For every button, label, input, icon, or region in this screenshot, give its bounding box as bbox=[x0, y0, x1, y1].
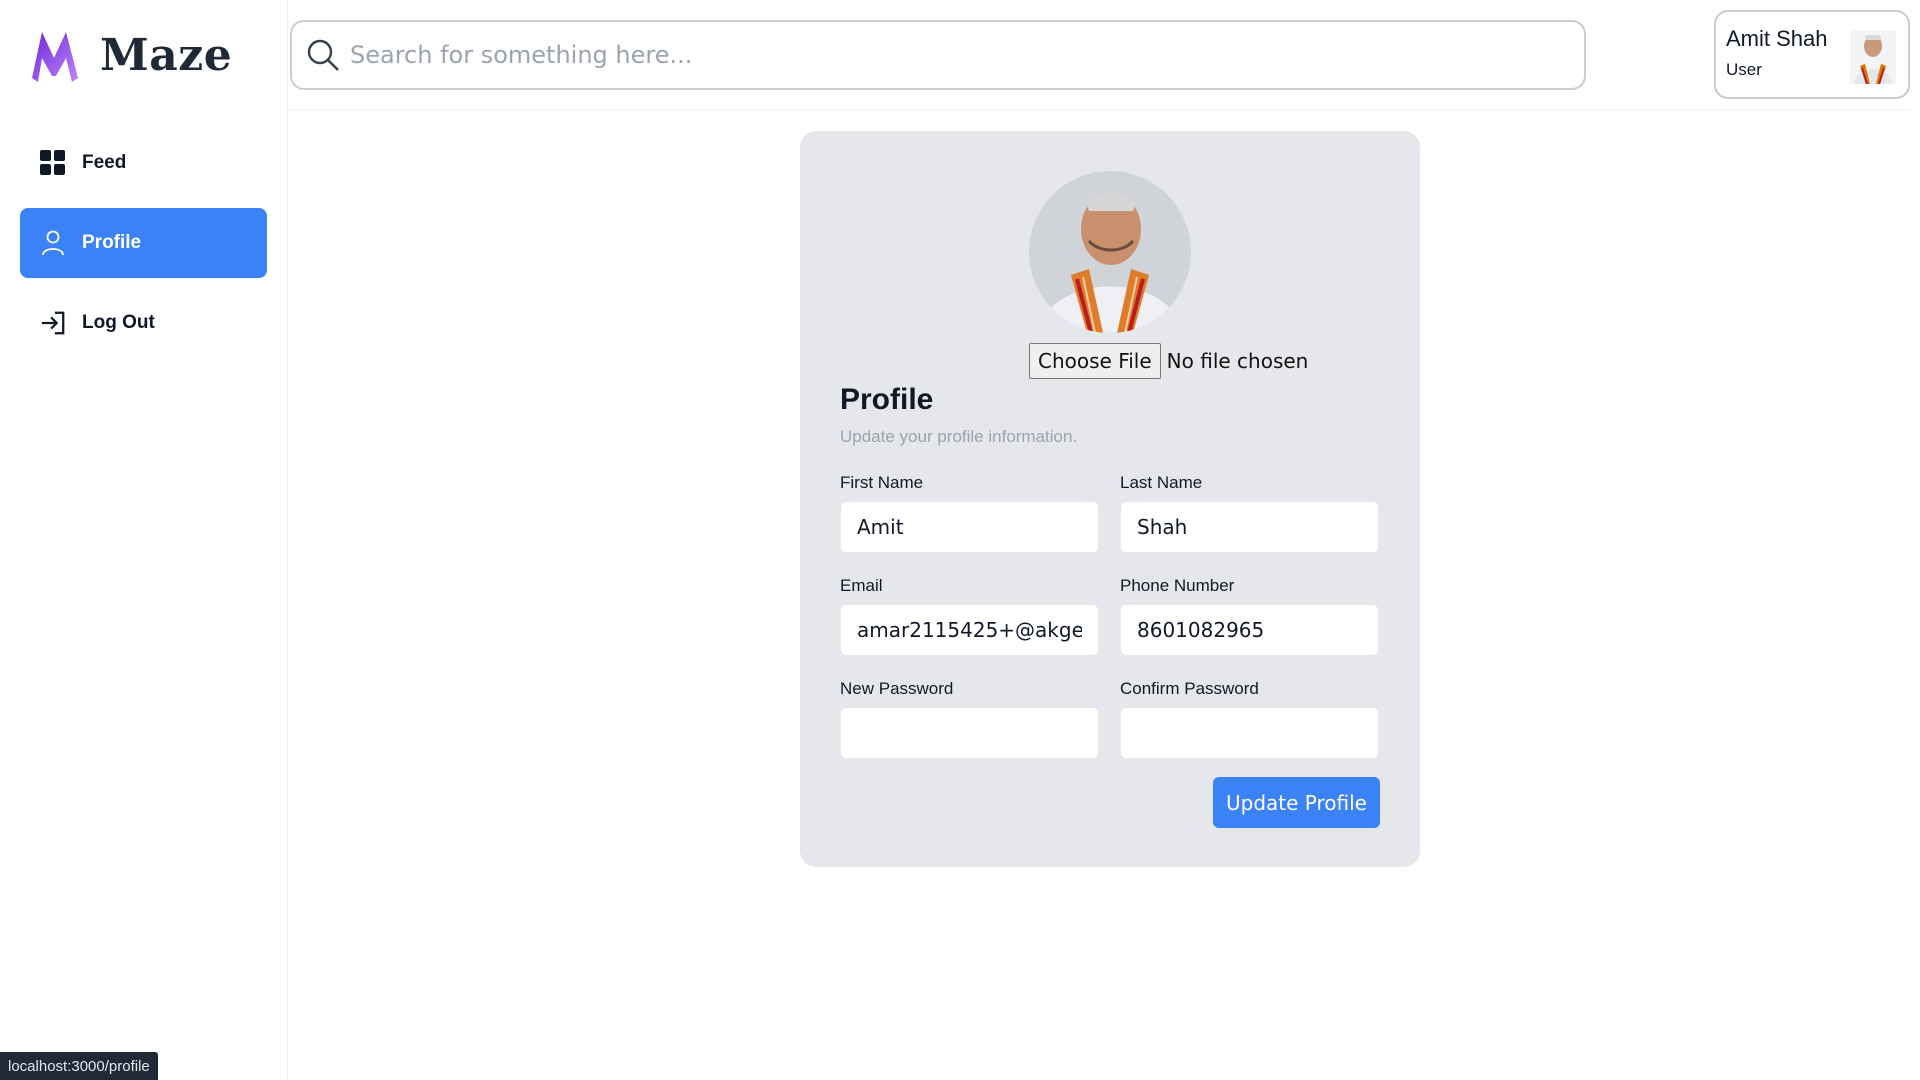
logout-icon bbox=[40, 310, 66, 336]
page-title: Profile bbox=[840, 383, 934, 416]
confirm-password-group: Confirm Password bbox=[1120, 679, 1379, 759]
top-bar: Amit Shah User bbox=[288, 0, 1910, 110]
sidebar-item-logout[interactable]: Log Out bbox=[20, 288, 267, 358]
email-label: Email bbox=[840, 576, 883, 595]
file-upload[interactable]: Choose File No file chosen bbox=[1029, 343, 1308, 379]
status-bar-url: localhost:3000/profile bbox=[0, 1052, 158, 1080]
file-status: No file chosen bbox=[1166, 349, 1309, 373]
logo[interactable]: Maze bbox=[30, 28, 232, 82]
user-icon bbox=[40, 230, 66, 256]
phone-label: Phone Number bbox=[1120, 576, 1235, 595]
choose-file-button[interactable]: Choose File bbox=[1029, 343, 1161, 379]
profile-card: Choose File No file chosen Profile Updat… bbox=[800, 131, 1420, 867]
sidebar: Maze Feed Profile Log Out bbox=[0, 0, 288, 1080]
first-name-label: First Name bbox=[840, 473, 924, 492]
app-name: Maze bbox=[100, 29, 233, 81]
new-password-label: New Password bbox=[840, 679, 954, 698]
confirm-password-field[interactable] bbox=[1120, 707, 1379, 759]
last-name-group: Last Name bbox=[1120, 473, 1379, 553]
email-group: Email bbox=[840, 576, 1099, 656]
sidebar-item-label: Profile bbox=[82, 232, 142, 253]
sidebar-item-profile[interactable]: Profile bbox=[20, 208, 267, 278]
last-name-field[interactable] bbox=[1120, 501, 1379, 553]
sidebar-nav: Feed Profile Log Out bbox=[20, 128, 267, 368]
new-password-group: New Password bbox=[840, 679, 1099, 759]
search-bar[interactable] bbox=[290, 20, 1586, 90]
new-password-field[interactable] bbox=[840, 707, 1099, 759]
profile-photo bbox=[1029, 171, 1191, 333]
sidebar-item-label: Log Out bbox=[82, 312, 155, 333]
last-name-label: Last Name bbox=[1120, 473, 1203, 492]
sidebar-item-feed[interactable]: Feed bbox=[20, 128, 267, 198]
user-card[interactable]: Amit Shah User bbox=[1714, 10, 1910, 99]
phone-field[interactable] bbox=[1120, 604, 1379, 656]
phone-group: Phone Number bbox=[1120, 576, 1379, 656]
sidebar-item-label: Feed bbox=[82, 152, 127, 173]
email-field[interactable] bbox=[840, 604, 1099, 656]
first-name-group: First Name bbox=[840, 473, 1099, 553]
page-subtitle: Update your profile information. bbox=[840, 427, 1078, 446]
search-input[interactable] bbox=[350, 41, 1550, 69]
avatar bbox=[1850, 30, 1896, 84]
first-name-field[interactable] bbox=[840, 501, 1099, 553]
update-profile-button[interactable]: Update Profile bbox=[1213, 777, 1380, 828]
search-icon bbox=[307, 39, 339, 71]
confirm-password-label: Confirm Password bbox=[1120, 679, 1259, 698]
maze-logo-icon bbox=[32, 32, 78, 82]
grid-icon bbox=[40, 150, 66, 176]
